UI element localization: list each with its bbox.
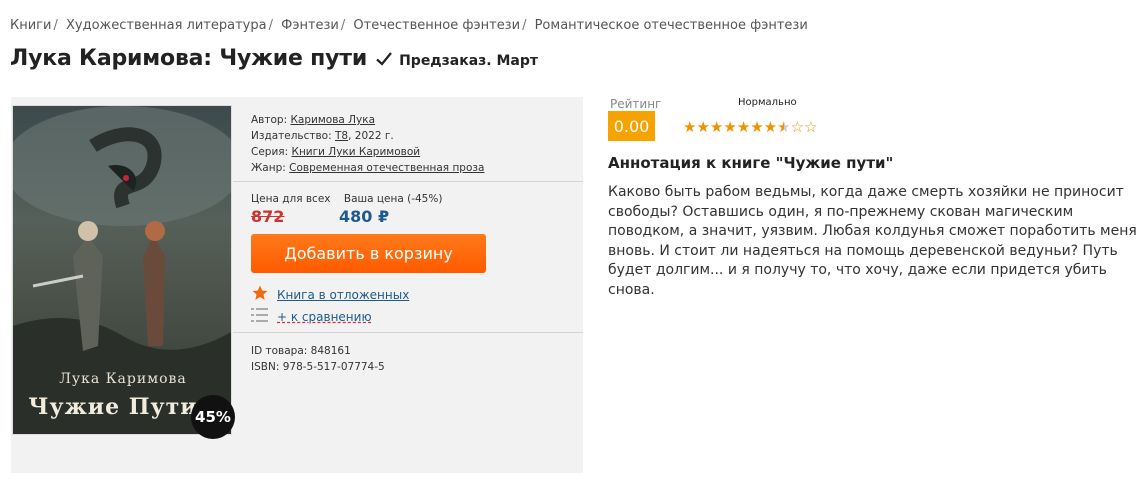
title-row: Лука Каримова: Чужие пути Предзаказ. Мар… [10, 46, 538, 71]
old-price: 872 [251, 207, 285, 226]
meta-publisher-row: Издательство: Т8, 2022 г. [251, 128, 484, 144]
divider [233, 332, 583, 333]
price-labels: Цена для всех Ваша цена (-45%) [251, 193, 442, 205]
annotation-title: Аннотация к книге "Чужие пути" [608, 154, 894, 172]
breadcrumb-separator: / [340, 18, 346, 33]
cover-title-text: Чужие Пути [28, 394, 198, 420]
compare-link[interactable]: + к сравнению [277, 310, 372, 324]
product-id-row: ID товара: 848161 [251, 343, 385, 359]
divider [233, 181, 583, 182]
star-icon[interactable]: ★ [710, 117, 723, 137]
wishlist-action[interactable]: Книга в отложенных [251, 284, 409, 305]
genre-label: Жанр: [251, 162, 286, 174]
isbn: 978-5-517-07774-5 [282, 361, 385, 373]
breadcrumb-link-domestic-fantasy[interactable]: Отечественное фэнтези [353, 18, 520, 33]
series-label: Серия: [251, 146, 289, 158]
rating-word: Нормально [738, 97, 797, 108]
rating-stars[interactable]: ★ ★ ★ ★ ★ ★ ★ ★ ☆ ☆ [683, 117, 818, 137]
breadcrumb-link-romantic-fantasy[interactable]: Романтическое отечественное фэнтези [535, 18, 808, 33]
book-cover[interactable]: Лука Каримова Чужие Пути [12, 105, 232, 435]
meta-author-row: Автор: Каримова Лука [251, 112, 484, 128]
breadcrumb-link-books[interactable]: Книги [10, 18, 51, 33]
breadcrumb-link-fantasy[interactable]: Фэнтези [281, 18, 339, 33]
publish-year: , 2022 г. [348, 130, 394, 142]
regular-price-label: Цена для всех [251, 193, 331, 205]
star-icon[interactable]: ☆ [791, 117, 804, 137]
product-id: 848161 [310, 345, 351, 357]
author-link[interactable]: Каримова Лука [290, 114, 375, 126]
breadcrumb-separator: / [53, 18, 58, 33]
preorder-status: Предзаказ. Март [399, 52, 538, 69]
star-icon[interactable]: ★ [696, 117, 709, 137]
star-icon[interactable]: ★ [683, 117, 696, 137]
new-price: 480 ₽ [339, 207, 390, 226]
product-ids: ID товара: 848161 ISBN: 978-5-517-07774-… [251, 343, 385, 375]
star-icon[interactable]: ★ [777, 117, 790, 137]
rating-value: 0.00 [608, 111, 655, 141]
product-card: Лука Каримова Чужие Пути 45% Автор: Кари… [11, 97, 583, 473]
star-icon[interactable]: ★ [750, 117, 763, 137]
page-title: Лука Каримова: Чужие пути [10, 46, 368, 71]
star-icon[interactable]: ★ [764, 117, 777, 137]
breadcrumb-separator: / [268, 18, 273, 33]
series-link[interactable]: Книги Луки Каримовой [291, 146, 420, 158]
isbn-label: ISBN: [251, 361, 280, 373]
book-meta: Автор: Каримова Лука Издательство: Т8, 2… [251, 112, 484, 176]
your-price-label: Ваша цена (-45%) [343, 193, 443, 205]
breadcrumb-separator: / [522, 18, 527, 33]
author-label: Автор: [251, 114, 288, 126]
cover-author-text: Лука Каримова [59, 371, 187, 387]
star-icon[interactable]: ★ [723, 117, 736, 137]
genre-link[interactable]: Современная отечественная проза [289, 162, 484, 174]
meta-series-row: Серия: Книги Луки Каримовой [251, 144, 484, 160]
publisher-label: Издательство: [251, 130, 332, 142]
add-to-cart-button[interactable]: Добавить в корзину [251, 234, 486, 273]
star-icon[interactable]: ★ [737, 117, 750, 137]
checkmark-icon [375, 50, 393, 68]
discount-badge: 45% [191, 395, 235, 439]
rating-label: Рейтинг [610, 97, 662, 111]
annotation-text: Каково быть рабом ведьмы, когда даже сме… [608, 184, 1137, 298]
publisher-link[interactable]: Т8 [335, 130, 348, 142]
list-icon [251, 307, 269, 326]
star-icon [251, 284, 269, 305]
isbn-row: ISBN: 978-5-517-07774-5 [251, 359, 385, 375]
breadcrumb: Книги / Художественная литература / Фэнтез… [10, 18, 808, 33]
compare-action[interactable]: + к сравнению [251, 307, 372, 326]
wishlist-link[interactable]: Книга в отложенных [277, 288, 409, 302]
meta-genre-row: Жанр: Современная отечественная проза [251, 160, 484, 176]
star-icon[interactable]: ☆ [804, 117, 817, 137]
breadcrumb-link-fiction[interactable]: Художественная литература [66, 18, 267, 33]
id-label: ID товара: [251, 345, 308, 357]
